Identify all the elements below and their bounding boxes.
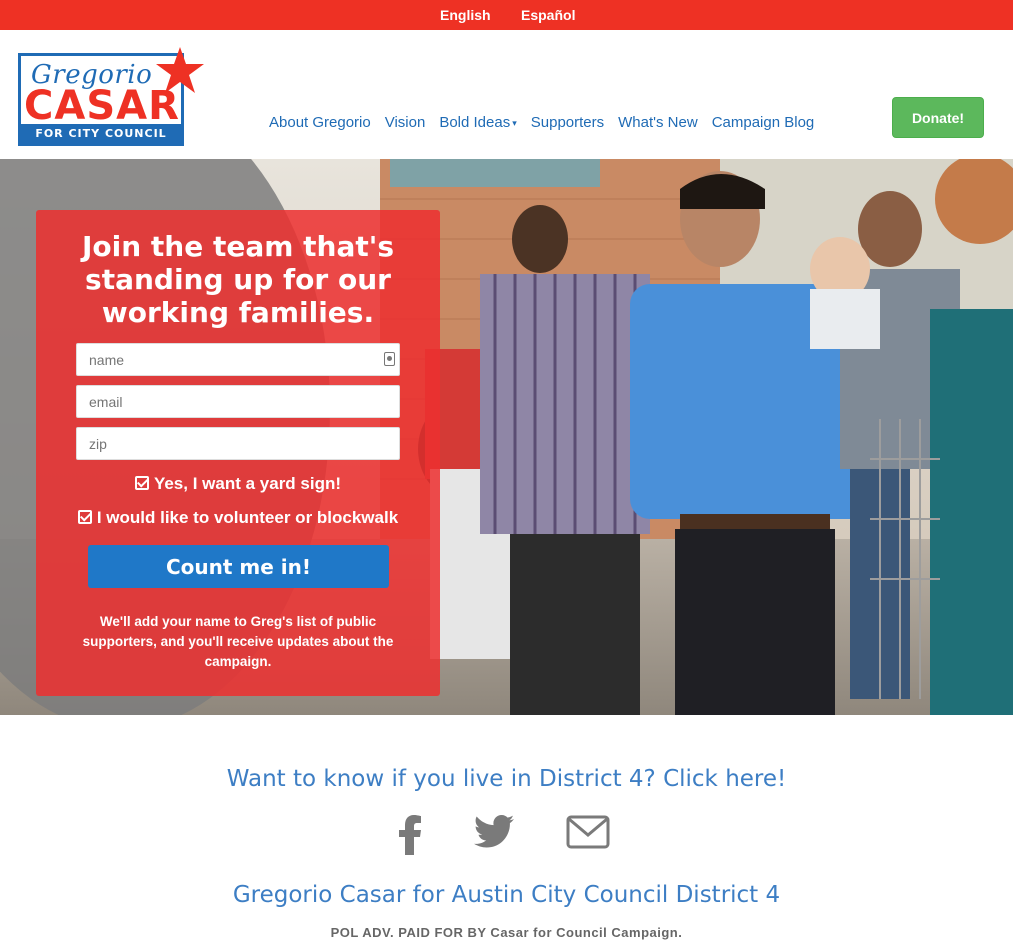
chevron-down-icon: ▾ <box>512 117 517 128</box>
footer-title: Gregorio Casar for Austin City Council D… <box>232 882 781 908</box>
volunteer-checkbox[interactable]: I would like to volunteer or blockwalk <box>36 508 440 528</box>
nav-item-supporters[interactable]: Supporters <box>531 114 604 131</box>
donate-button[interactable]: Donate! <box>892 97 984 138</box>
signup-note: We'll add your name to Greg's list of pu… <box>82 614 394 669</box>
site-header: Gregorio CASAR FOR CITY COUNCIL About Gr… <box>0 30 1013 159</box>
language-spanish-link[interactable]: Español <box>521 7 575 23</box>
count-me-in-button[interactable]: Count me in! <box>88 545 389 588</box>
yard-sign-checkbox[interactable]: Yes, I want a yard sign! <box>36 474 440 494</box>
language-english-link[interactable]: English <box>440 7 491 23</box>
language-bar: English Español <box>0 0 1013 30</box>
main-nav: About Gregorio Vision Bold Ideas ▾ Suppor… <box>269 114 814 131</box>
checkbox-checked-icon <box>77 510 92 524</box>
volunteer-label: I would like to volunteer or blockwalk <box>96 508 399 527</box>
signup-title: Join the team that's standing up for our… <box>81 230 395 329</box>
social-links <box>0 815 1013 859</box>
contact-card-icon <box>384 352 395 366</box>
zip-input[interactable] <box>76 427 400 460</box>
checkbox-checked-icon <box>134 476 149 490</box>
email-input[interactable] <box>76 385 400 418</box>
footer-disclaimer: POL ADV. PAID FOR BY Casar for Council C… <box>330 925 683 940</box>
nav-item-about[interactable]: About Gregorio <box>269 114 371 131</box>
nav-item-bold-ideas[interactable]: Bold Ideas ▾ <box>439 114 516 131</box>
nav-item-vision[interactable]: Vision <box>385 114 426 131</box>
signup-card: Join the team that's standing up for our… <box>36 210 440 696</box>
name-input[interactable] <box>76 343 400 376</box>
star-icon <box>156 47 204 93</box>
yard-sign-label: Yes, I want a yard sign! <box>153 474 342 493</box>
district-check-link[interactable]: Want to know if you live in District 4? … <box>0 766 1013 792</box>
mail-icon[interactable] <box>566 815 610 849</box>
nav-item-campaign-blog[interactable]: Campaign Blog <box>712 114 815 131</box>
nav-item-bold-ideas-label: Bold Ideas <box>439 114 511 131</box>
campaign-logo[interactable]: Gregorio CASAR FOR CITY COUNCIL <box>18 47 204 148</box>
twitter-icon[interactable] <box>474 815 514 849</box>
facebook-icon[interactable] <box>398 815 424 855</box>
nav-item-whats-new[interactable]: What's New <box>618 114 698 131</box>
logo-tagline: FOR CITY COUNCIL <box>21 124 181 143</box>
